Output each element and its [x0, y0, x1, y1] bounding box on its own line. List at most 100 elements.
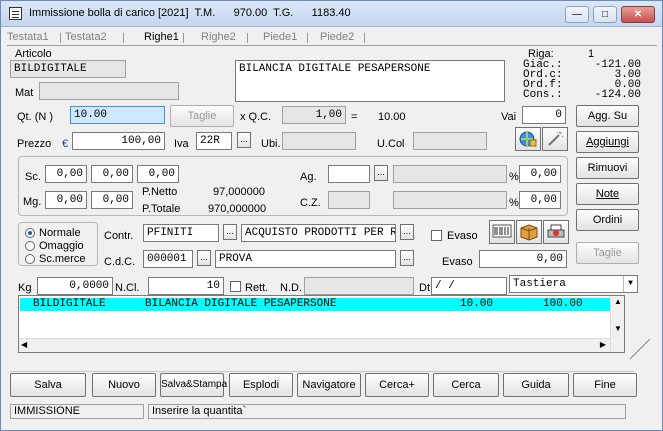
guida-button[interactable]: Guida: [503, 373, 569, 397]
tab-righe1[interactable]: Righe1: [144, 31, 179, 45]
window-title: Immissione bolla di carico [2021] T.M. 9…: [29, 7, 351, 19]
radio-scmerce[interactable]: [25, 254, 35, 264]
table-row[interactable]: BILDIGITALE BILANCIA DIGITALE PESAPERSON…: [20, 298, 610, 311]
agente-description-field[interactable]: [393, 165, 507, 183]
agente-percent-input[interactable]: 0,00: [519, 165, 561, 183]
globe-search-icon[interactable]: [515, 127, 541, 151]
salva-stampa-button[interactable]: Salva&Stampa: [160, 373, 227, 397]
radio-normale-label: Normale: [39, 227, 81, 239]
printer-icon[interactable]: [543, 220, 569, 244]
nuovo-button[interactable]: Nuovo: [92, 373, 156, 397]
rimuovi-button[interactable]: Rimuovi: [576, 157, 639, 179]
sconto3-input[interactable]: 0,00: [137, 165, 179, 183]
vai-label: Vai: [501, 111, 517, 123]
righe-grid[interactable]: BILDIGITALE BILANCIA DIGITALE PESAPERSON…: [18, 295, 625, 353]
minimize-button[interactable]: —: [565, 6, 589, 23]
tab-testata1[interactable]: Testata1: [7, 31, 49, 45]
tab-righe2[interactable]: Righe2: [201, 31, 236, 45]
articolo-description-field[interactable]: BILANCIA DIGITALE PESAPERSONE: [235, 60, 505, 102]
tastiera-select[interactable]: Tastiera ▼: [509, 275, 638, 293]
evaso-qty-label: Evaso: [442, 256, 473, 268]
cerca-plus-button[interactable]: Cerca+: [365, 373, 429, 397]
close-button[interactable]: ✕: [621, 6, 655, 23]
dt-field[interactable]: / /: [431, 277, 507, 295]
scroll-down-icon[interactable]: ▼: [614, 324, 622, 333]
iva-lookup-button[interactable]: ...: [237, 132, 251, 148]
cz-description-field[interactable]: [393, 191, 507, 209]
fine-button[interactable]: Fine: [573, 373, 637, 397]
cons-label: Cons.:: [523, 89, 563, 101]
scroll-right-icon[interactable]: ▶: [600, 340, 606, 349]
ucol-field[interactable]: [413, 132, 487, 150]
scroll-up-icon[interactable]: ▲: [614, 297, 622, 306]
prezzo-input[interactable]: 100,00: [72, 132, 165, 150]
taglie-button[interactable]: Taglie: [170, 105, 234, 127]
contr-description-lookup-button[interactable]: ...: [400, 224, 414, 240]
cerca-button[interactable]: Cerca: [433, 373, 499, 397]
contr-description-field[interactable]: ACQUISTO PRODOTTI PER R: [241, 224, 396, 242]
evaso-checkbox[interactable]: [431, 230, 442, 241]
ncl-input[interactable]: 10: [148, 277, 224, 295]
cdc-lookup-button[interactable]: ...: [197, 250, 211, 266]
pnetto-label: P.Netto: [142, 186, 178, 198]
rett-checkbox[interactable]: [230, 281, 241, 292]
row-code: BILDIGITALE: [33, 298, 106, 310]
cz-code-field[interactable]: [328, 191, 370, 209]
resize-corner-icon[interactable]: [629, 338, 651, 360]
package-icon[interactable]: [516, 220, 542, 244]
scroll-left-icon[interactable]: ◀: [21, 340, 27, 349]
margine1-input[interactable]: 0,00: [45, 191, 87, 209]
grid-vertical-scrollbar[interactable]: ▲ ▼: [610, 296, 624, 352]
ncl-label: N.Cl.: [115, 282, 140, 294]
agente-lookup-button[interactable]: ...: [374, 165, 388, 181]
barcode-icon[interactable]: [489, 220, 515, 244]
magic-wand-icon[interactable]: [542, 127, 568, 151]
evaso-qty-field[interactable]: 0,00: [479, 250, 567, 268]
ubi-field[interactable]: [282, 132, 356, 150]
cz-percent-input[interactable]: 0,00: [519, 191, 561, 209]
salva-button[interactable]: Salva: [10, 373, 86, 397]
articolo-code-field[interactable]: BILDIGITALE: [10, 60, 126, 78]
navigatore-button[interactable]: Navigatore: [297, 373, 361, 397]
vai-input[interactable]: 0: [522, 106, 566, 124]
agg-su-button[interactable]: Agg. Su: [576, 105, 639, 127]
row-description: BILANCIA DIGITALE PESAPERSONE: [145, 298, 337, 310]
note-button[interactable]: Note: [576, 183, 639, 205]
sconti-label: Sc.: [25, 171, 41, 183]
status-mode: IMMISSIONE: [10, 404, 144, 419]
aggiungi-button[interactable]: Aggiungi: [576, 131, 639, 153]
tab-piede1[interactable]: Piede1: [263, 31, 297, 45]
esplodi-button[interactable]: Esplodi: [229, 373, 293, 397]
radio-omaggio[interactable]: [25, 241, 35, 251]
taglie-side-button[interactable]: Taglie: [576, 242, 639, 264]
qc-field[interactable]: 1,00: [282, 106, 346, 124]
radio-normale[interactable]: [25, 228, 35, 238]
cdc-code-field[interactable]: 000001: [143, 250, 193, 268]
iva-field[interactable]: 22R: [196, 132, 232, 150]
agente-code-field[interactable]: [328, 165, 370, 183]
contr-lookup-button[interactable]: ...: [223, 224, 237, 240]
cdc-description-lookup-button[interactable]: ...: [400, 250, 414, 266]
tab-testata2[interactable]: Testata2: [65, 31, 107, 45]
maximize-button[interactable]: □: [593, 6, 617, 23]
grid-horizontal-scrollbar[interactable]: ◀ ▶: [19, 338, 610, 352]
sconto1-input[interactable]: 0,00: [45, 165, 87, 183]
mat-field[interactable]: [39, 82, 179, 100]
margine2-input[interactable]: 0,00: [91, 191, 133, 209]
nd-label: N.D.: [280, 282, 302, 294]
cdc-description-field[interactable]: PROVA: [215, 250, 396, 268]
kg-input[interactable]: 0,0000: [37, 277, 113, 295]
margini-label: Mg.: [23, 196, 42, 208]
quantity-input[interactable]: 10.00: [70, 106, 165, 124]
title-bar: Immissione bolla di carico [2021] T.M. 9…: [1, 1, 662, 27]
tab-piede2[interactable]: Piede2: [320, 31, 354, 45]
tastiera-select-value: Tastiera: [513, 278, 566, 290]
cz-label: C.Z.: [300, 197, 321, 209]
prezzo-label: Prezzo: [17, 138, 52, 150]
contr-code-field[interactable]: PFINITI: [143, 224, 219, 242]
ordini-button[interactable]: Ordini: [576, 209, 639, 231]
nd-field[interactable]: [304, 277, 414, 295]
cdc-label: C.d.C.: [104, 256, 136, 268]
pnetto-value: 97,000000: [213, 186, 265, 198]
sconto2-input[interactable]: 0,00: [91, 165, 133, 183]
